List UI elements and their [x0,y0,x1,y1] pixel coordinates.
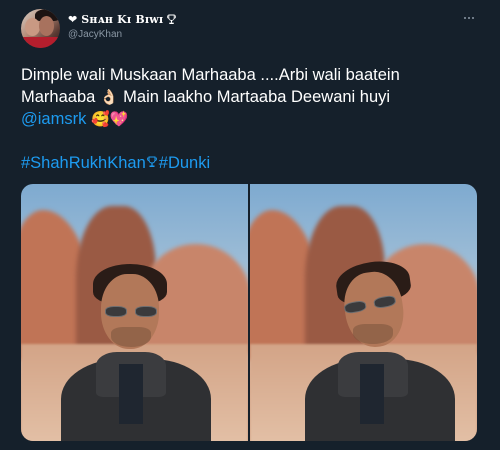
tweet-text-line-2: Marhaaba 👌🏻 Main laakho Martaaba Deewani… [21,86,481,108]
photo-2[interactable] [250,184,477,441]
tweet-text-segment: Marhaaba [21,88,100,106]
hashtag-link[interactable]: #Dunki [159,154,210,172]
black-heart-icon: ❤ [68,12,78,26]
photo-1[interactable] [21,184,248,441]
tweet[interactable]: ❤ Sʜᴀʜ Kɪ Bɪᴡɪ @JacyKhan Dimple wali Mus… [0,0,500,450]
author-handle[interactable]: @JacyKhan [68,29,122,40]
tweet-text-line-1: Dimple wali Muskaan Marhaaba ....Arbi wa… [21,66,400,84]
heart-emojis: 🥰💖 [86,110,129,128]
ok-hand-emoji: 👌🏻 [99,88,119,106]
author-name-row: ❤ Sʜᴀʜ Kɪ Bɪᴡɪ [68,11,177,27]
dot-icon [464,17,466,19]
avatar[interactable] [21,9,60,48]
sunglasses [103,306,159,317]
mention-link[interactable]: @iamsrk [21,110,86,128]
dot-icon [468,17,470,19]
tweet-text: Dimple wali Muskaan Marhaaba ....Arbi wa… [21,64,481,130]
trophy-icon [146,156,157,167]
author-display-name[interactable]: Sʜᴀʜ Kɪ Bɪᴡɪ [81,13,163,26]
more-options-button[interactable] [458,9,480,27]
hashtag-link[interactable]: #ShahRukhKhan [21,154,146,172]
tweet-text-segment: Main laakho Martaaba Deewani huyi [118,88,391,106]
tweet-text-line-3: @iamsrk 🥰💖 [21,108,481,130]
media-grid [21,184,477,441]
trophy-icon [167,14,177,24]
dot-icon [472,17,474,19]
hashtags: #ShahRukhKhan #Dunki [21,152,210,174]
